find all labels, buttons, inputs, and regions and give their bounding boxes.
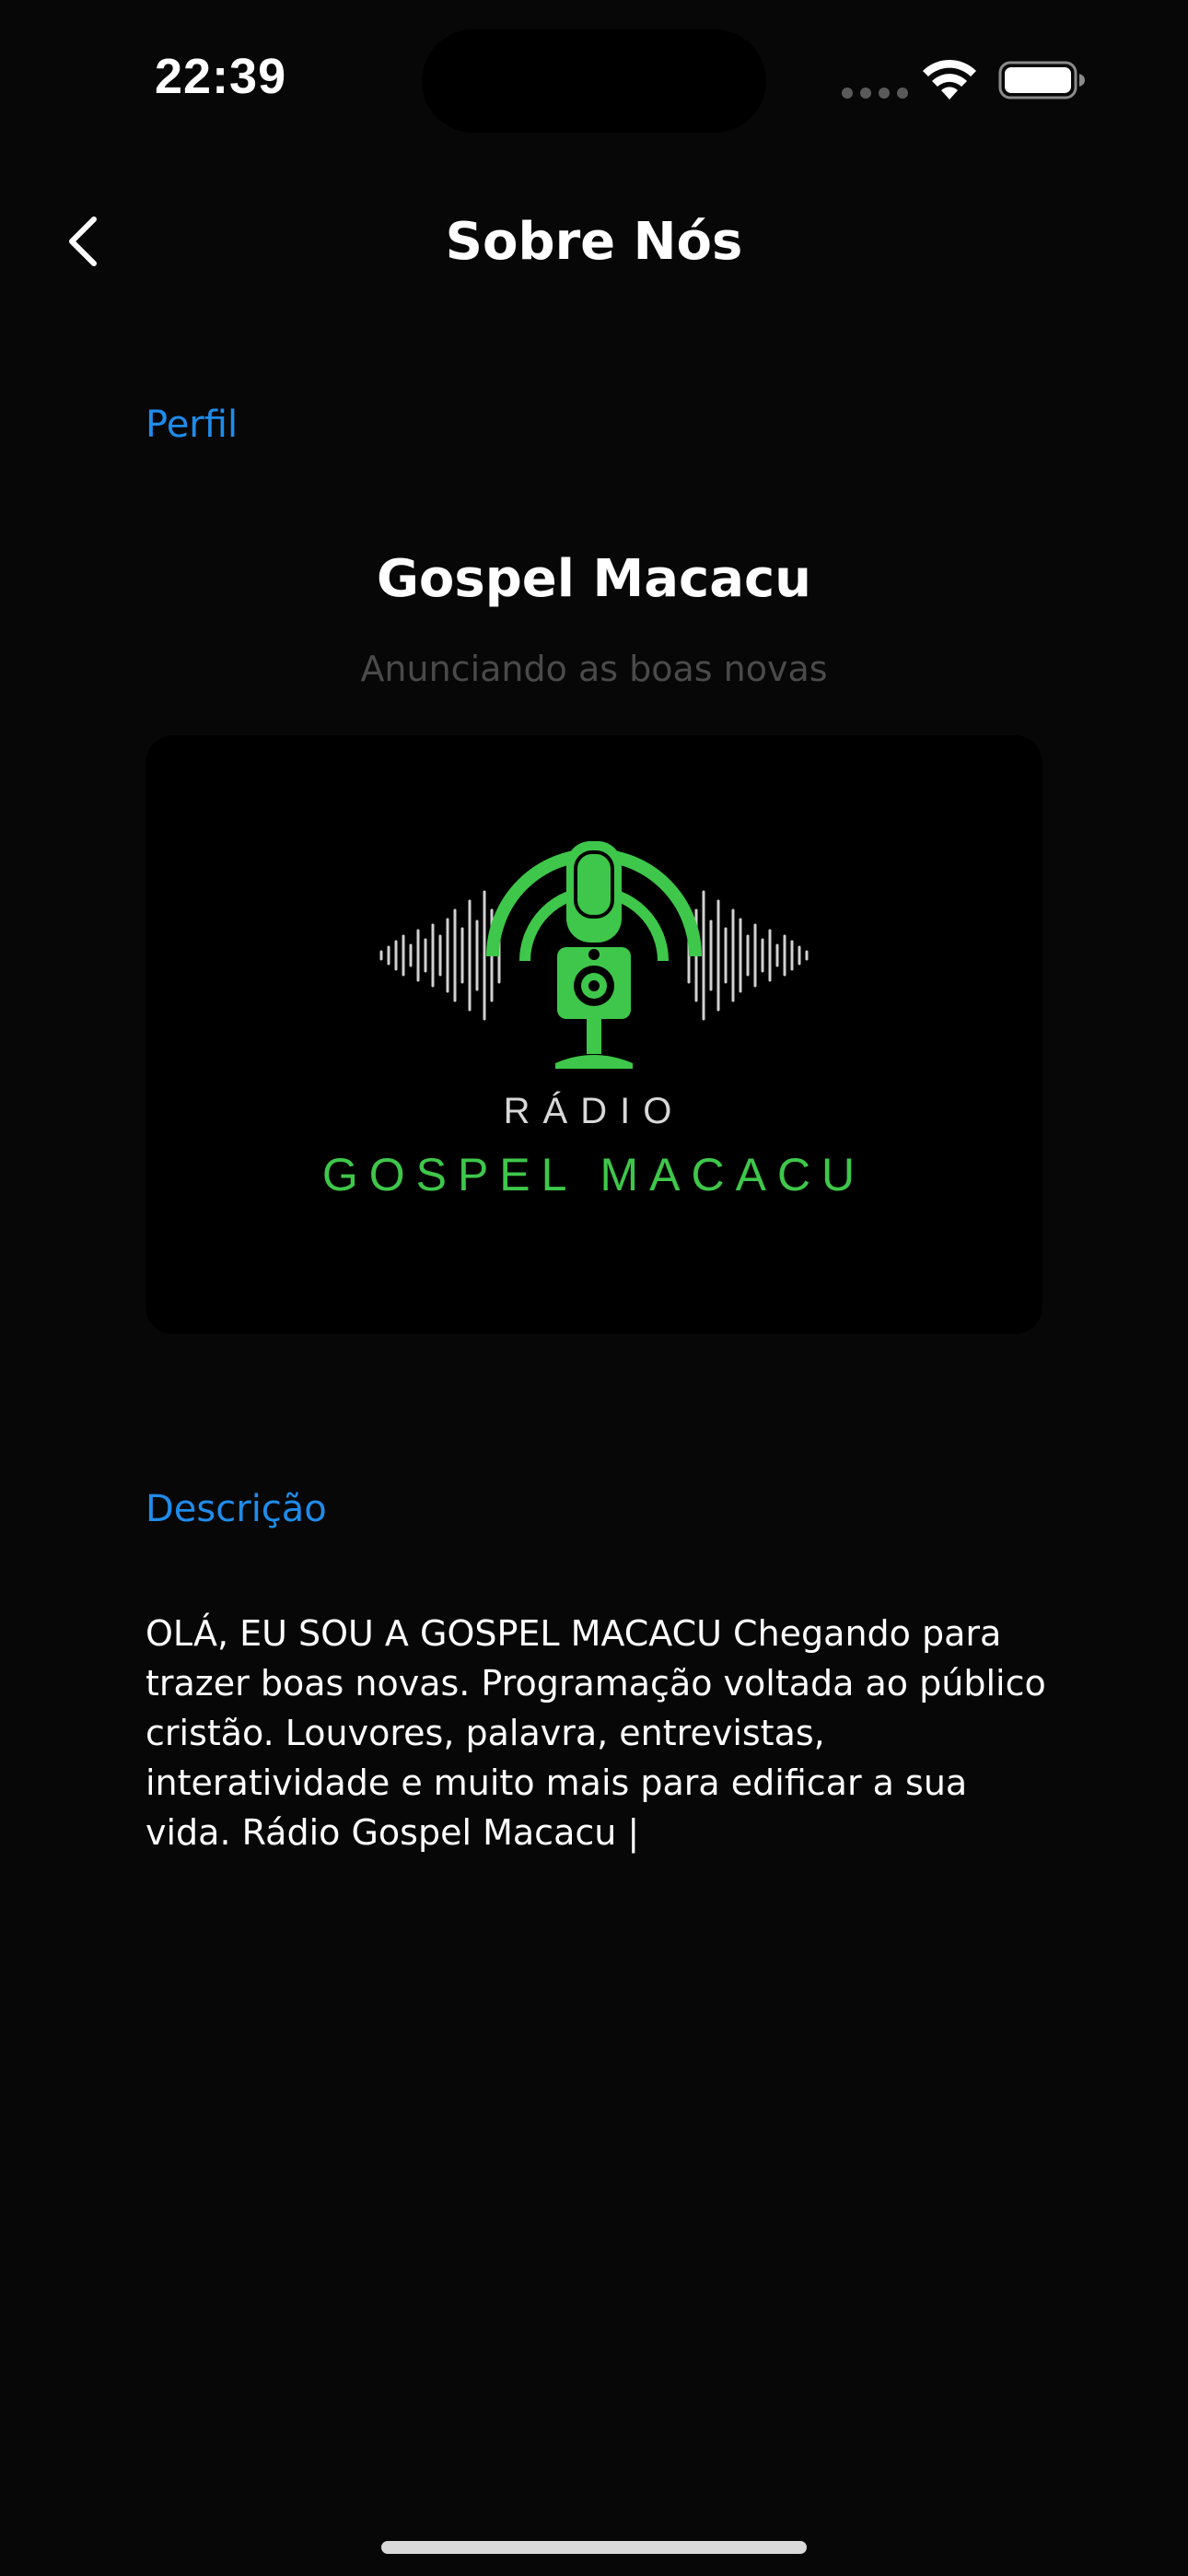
status-bar: 22:39 [0, 0, 1188, 157]
station-name: Gospel Macacu [376, 549, 812, 609]
battery-icon [998, 61, 1085, 100]
description-text: OLÁ, EU SOU A GOSPEL MACACU Chegando par… [146, 1613, 1046, 1853]
navigation-bar: Sobre Nós [0, 184, 1188, 299]
dynamic-island [422, 29, 766, 133]
page-title: Sobre Nós [445, 212, 743, 272]
microphone-soundwave-logo [379, 841, 809, 1069]
cellular-signal-icon [842, 88, 908, 99]
station-logo: RÁDIO GOSPEL MACACU [146, 735, 1042, 1334]
station-tagline: Anunciando as boas novas [360, 649, 828, 689]
description-section-label: Descrição [146, 1488, 327, 1530]
home-indicator[interactable] [381, 2541, 807, 2554]
logo-brand-text: GOSPEL MACACU [321, 1149, 867, 1200]
status-time: 22:39 [155, 49, 287, 104]
wifi-icon [923, 59, 976, 100]
logo-radio-text: RÁDIO [503, 1091, 685, 1131]
profile-section-label: Perfil [146, 404, 239, 446]
